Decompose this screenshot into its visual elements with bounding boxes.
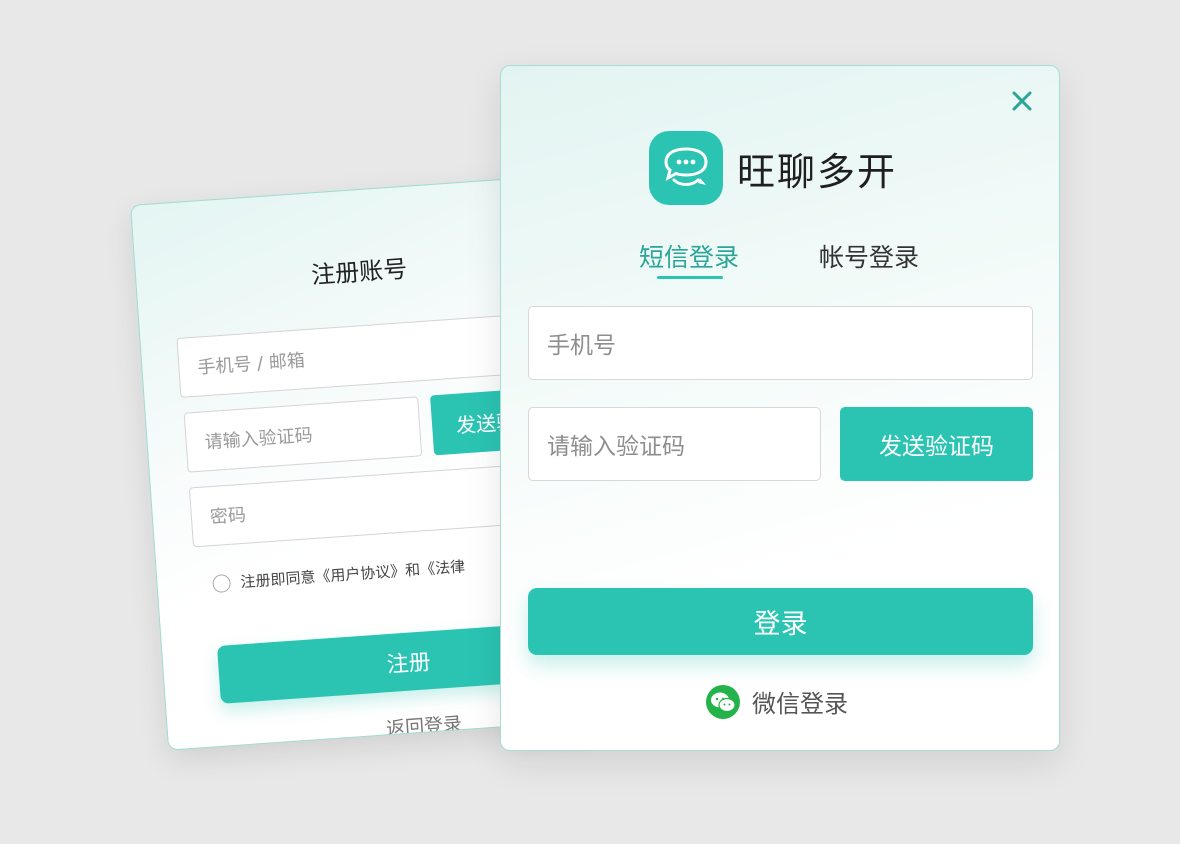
agreement-radio[interactable] [211, 573, 232, 593]
active-tab-indicator [657, 276, 723, 279]
agreement-row: 注册即同意《用户协议》和《法律 [211, 556, 466, 595]
back-to-login-link[interactable]: 返回登录 [385, 709, 463, 741]
register-title: 注册账号 [310, 254, 409, 290]
tab-account-login[interactable]: 帐号登录 [819, 238, 919, 274]
verification-code-input[interactable]: 请输入验证码 [528, 407, 821, 481]
agreement-text: 注册即同意《用户协议》和《法律 [239, 557, 466, 592]
wechat-login-label: 微信登录 [752, 690, 848, 718]
close-icon[interactable] [1007, 86, 1037, 116]
brand: 旺聊多开 [649, 131, 897, 205]
register-phone-email-placeholder: 手机号 / 邮箱 [196, 350, 306, 379]
send-code-button[interactable]: 发送验证码 [840, 407, 1033, 481]
login-button[interactable]: 登录 [528, 588, 1033, 655]
wechat-icon [706, 684, 740, 719]
phone-input[interactable]: 手机号 [528, 306, 1033, 380]
phone-placeholder: 手机号 [547, 333, 616, 359]
stage: 注册账号 手机号 / 邮箱 请输入验证码 发送验 密码 注册即同意《用户协议》和… [0, 0, 1180, 844]
login-tabs: 短信登录 帐号登录 [501, 238, 1059, 282]
chat-bubble-icon [649, 131, 723, 205]
login-card: 旺聊多开 短信登录 帐号登录 手机号 请输入验证码 发送验证码 登录 微信登录 [500, 65, 1060, 751]
code-placeholder: 请输入验证码 [547, 434, 685, 460]
register-code-field[interactable]: 请输入验证码 [183, 396, 423, 473]
wechat-login-link[interactable]: 微信登录 [706, 684, 848, 719]
app-name: 旺聊多开 [737, 149, 898, 194]
tab-sms-login[interactable]: 短信登录 [639, 238, 739, 274]
register-code-placeholder: 请输入验证码 [204, 424, 314, 454]
register-password-placeholder: 密码 [209, 504, 247, 529]
